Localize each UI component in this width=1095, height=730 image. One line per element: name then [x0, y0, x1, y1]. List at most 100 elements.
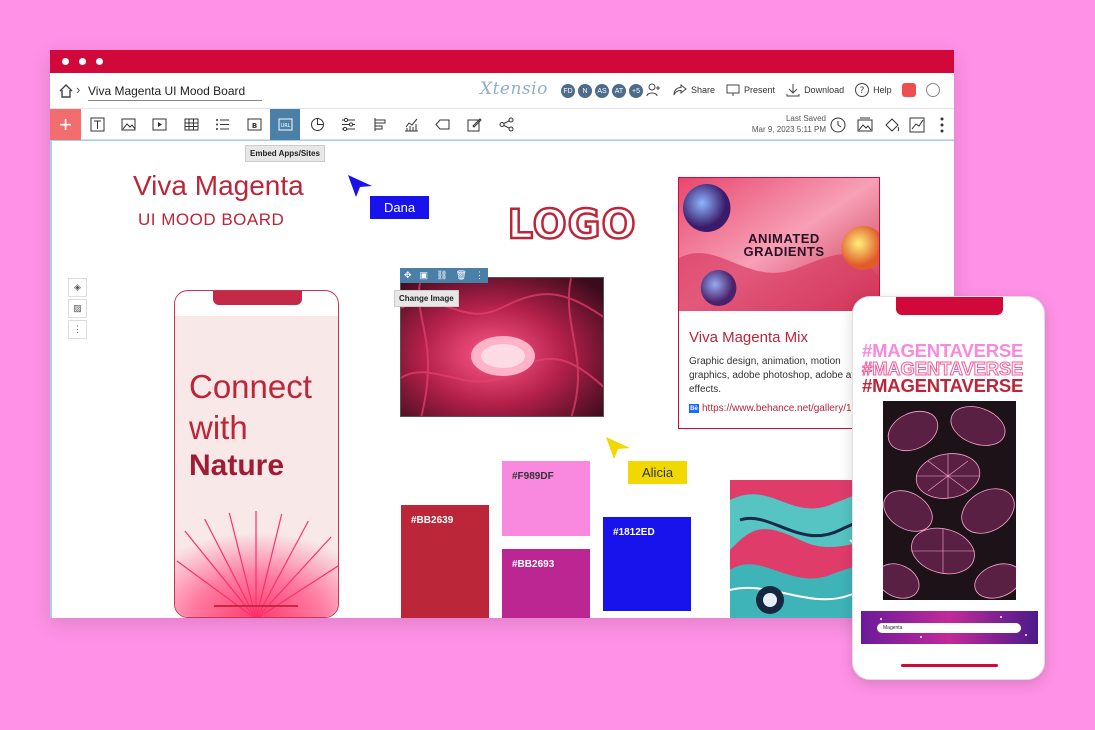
leaves-graphic [883, 401, 1016, 600]
window-dot [79, 58, 86, 65]
last-saved-date: Mar 9, 2023 5:11 PM [751, 125, 826, 134]
present-icon [726, 84, 740, 96]
color-swatch[interactable]: #BB2693 [502, 549, 590, 618]
flower-image [175, 511, 338, 617]
last-saved-label: Last Saved [785, 114, 826, 123]
more-options-icon[interactable] [932, 115, 952, 135]
last-saved: Last Saved Mar 9, 2023 5:11 PM [746, 113, 826, 135]
card-link-text[interactable]: https://www.behance.net/gallery/15 [702, 403, 857, 414]
chart-tool-icon[interactable] [302, 109, 332, 140]
phone-notch [896, 297, 1003, 315]
card-banner-text: ANIMATED GRADIENTS [724, 232, 844, 258]
home-icon[interactable] [58, 83, 74, 99]
color-swatch[interactable]: #BB2639 [401, 505, 489, 618]
phone-notch [213, 291, 302, 305]
network-tool-icon[interactable] [491, 109, 521, 140]
align-tool-icon[interactable] [365, 109, 395, 140]
background-image-icon[interactable] [855, 115, 875, 135]
fill-tool-icon[interactable]: ◈ [68, 278, 87, 297]
color-swatch[interactable]: #F989DF [502, 461, 590, 536]
card-link[interactable]: Bē https://www.behance.net/gallery/15 [689, 403, 857, 414]
phone-screen: Connect with Nature [175, 316, 338, 617]
change-image-tooltip: Change Image [394, 290, 459, 307]
card-description: Graphic design, animation, motion graphi… [689, 356, 866, 395]
logo-text: LOGO [510, 202, 635, 246]
history-icon[interactable] [828, 115, 848, 135]
more-vertical-icon[interactable]: ⋮ [68, 320, 87, 339]
button-tool-label: B [251, 122, 256, 130]
phone-headline: Connect with [189, 366, 312, 448]
topbar-actions: Share Present Download ? Help [646, 82, 940, 98]
breadcrumb-chevron-icon: › [76, 82, 81, 97]
board-title[interactable]: Viva Magenta [133, 170, 304, 202]
tag-tool-icon[interactable] [427, 109, 457, 140]
embed-card[interactable]: ANIMATED GRADIENTS Viva Magenta Mix Grap… [678, 177, 880, 429]
board-subtitle[interactable]: UI MOOD BOARD [138, 210, 284, 230]
avatar[interactable]: FD [560, 83, 576, 99]
trash-icon[interactable]: 🗑 [456, 270, 467, 281]
link-icon[interactable]: ⛓ [436, 270, 447, 281]
text-tool-icon[interactable] [82, 109, 112, 140]
headline-line-1: Connect [189, 368, 312, 405]
video-tool-icon[interactable] [144, 109, 174, 140]
collaborator-avatars: FD N AS AT +5 [560, 83, 644, 99]
download-label: Download [804, 85, 845, 95]
present-button[interactable]: Present [725, 82, 775, 98]
help-button[interactable]: ? Help [854, 82, 892, 98]
pattern-tool-icon[interactable]: ▨ [68, 299, 87, 318]
paint-bucket-icon[interactable] [882, 115, 902, 135]
download-button[interactable]: Download [785, 82, 844, 98]
share-icon [673, 83, 687, 96]
avatar[interactable]: AT [611, 83, 627, 99]
leaves-image [883, 401, 1016, 600]
notification-icon[interactable] [901, 83, 916, 97]
help-label: Help [873, 85, 892, 95]
window-titlebar [50, 50, 954, 73]
share-label: Share [691, 85, 716, 95]
avatar[interactable]: N [577, 83, 593, 99]
present-label: Present [744, 85, 776, 95]
avatar[interactable]: AS [594, 83, 610, 99]
help-icon: ? [855, 83, 870, 97]
add-block-button[interactable]: + [50, 109, 81, 140]
list-tool-icon[interactable] [207, 109, 237, 140]
color-swatch[interactable]: #1812ED [603, 517, 691, 611]
home-indicator [901, 664, 998, 667]
headline-line-2: with [189, 409, 248, 446]
headline-line-3: Nature [189, 449, 285, 482]
side-tools: ◈ ▨ ⋮ [68, 278, 87, 339]
url-tool-icon[interactable]: URL [270, 109, 300, 140]
card-title: Viva Magenta Mix [689, 329, 808, 346]
url-tool-label: URL [280, 123, 290, 129]
collaborator-cursor-label: Dana [370, 196, 430, 219]
avatar-overflow[interactable]: +5 [628, 83, 644, 99]
image-tool-icon[interactable] [113, 109, 143, 140]
logo-placeholder[interactable]: LOGO [510, 198, 635, 246]
phone-mockup-nature[interactable]: Connect with Nature [174, 290, 339, 618]
phone-mockup-magentaverse[interactable]: #MAGENTAVERSE #MAGENTAVERSE #MAGENTAVERS… [852, 296, 1045, 680]
more-vertical-icon[interactable]: ⋮ [475, 270, 484, 281]
graph-tool-icon[interactable] [396, 109, 426, 140]
app-window: › Viva Magenta UI Mood Board Xtensio FD … [50, 50, 954, 618]
edit-tool-icon[interactable] [459, 109, 489, 140]
user-menu-icon[interactable] [925, 83, 940, 97]
collaborator-cursor-label: Alicia [628, 461, 688, 484]
window-dot [62, 58, 69, 65]
change-image-icon[interactable]: ▣ [420, 270, 429, 281]
sliders-tool-icon[interactable] [333, 109, 363, 140]
add-user-icon[interactable] [646, 82, 662, 98]
top-bar: › Viva Magenta UI Mood Board Xtensio FD … [50, 73, 954, 109]
search-input[interactable]: Magenta [877, 623, 1021, 633]
button-tool-icon[interactable]: B [239, 109, 269, 140]
table-tool-icon[interactable] [176, 109, 206, 140]
window-dot [96, 58, 103, 65]
share-button[interactable]: Share [672, 82, 715, 98]
analytics-icon[interactable] [907, 115, 927, 135]
app-logo: Xtensio [480, 79, 548, 99]
download-icon [786, 84, 800, 97]
behance-icon: Bē [689, 404, 699, 413]
move-icon[interactable]: ✥ [404, 270, 412, 281]
editor-toolbar: + B URL Last Saved Mar 9, 2023 5:11 PM [50, 109, 954, 140]
home-indicator [214, 605, 298, 607]
board-name-input[interactable]: Viva Magenta UI Mood Board [88, 82, 262, 101]
